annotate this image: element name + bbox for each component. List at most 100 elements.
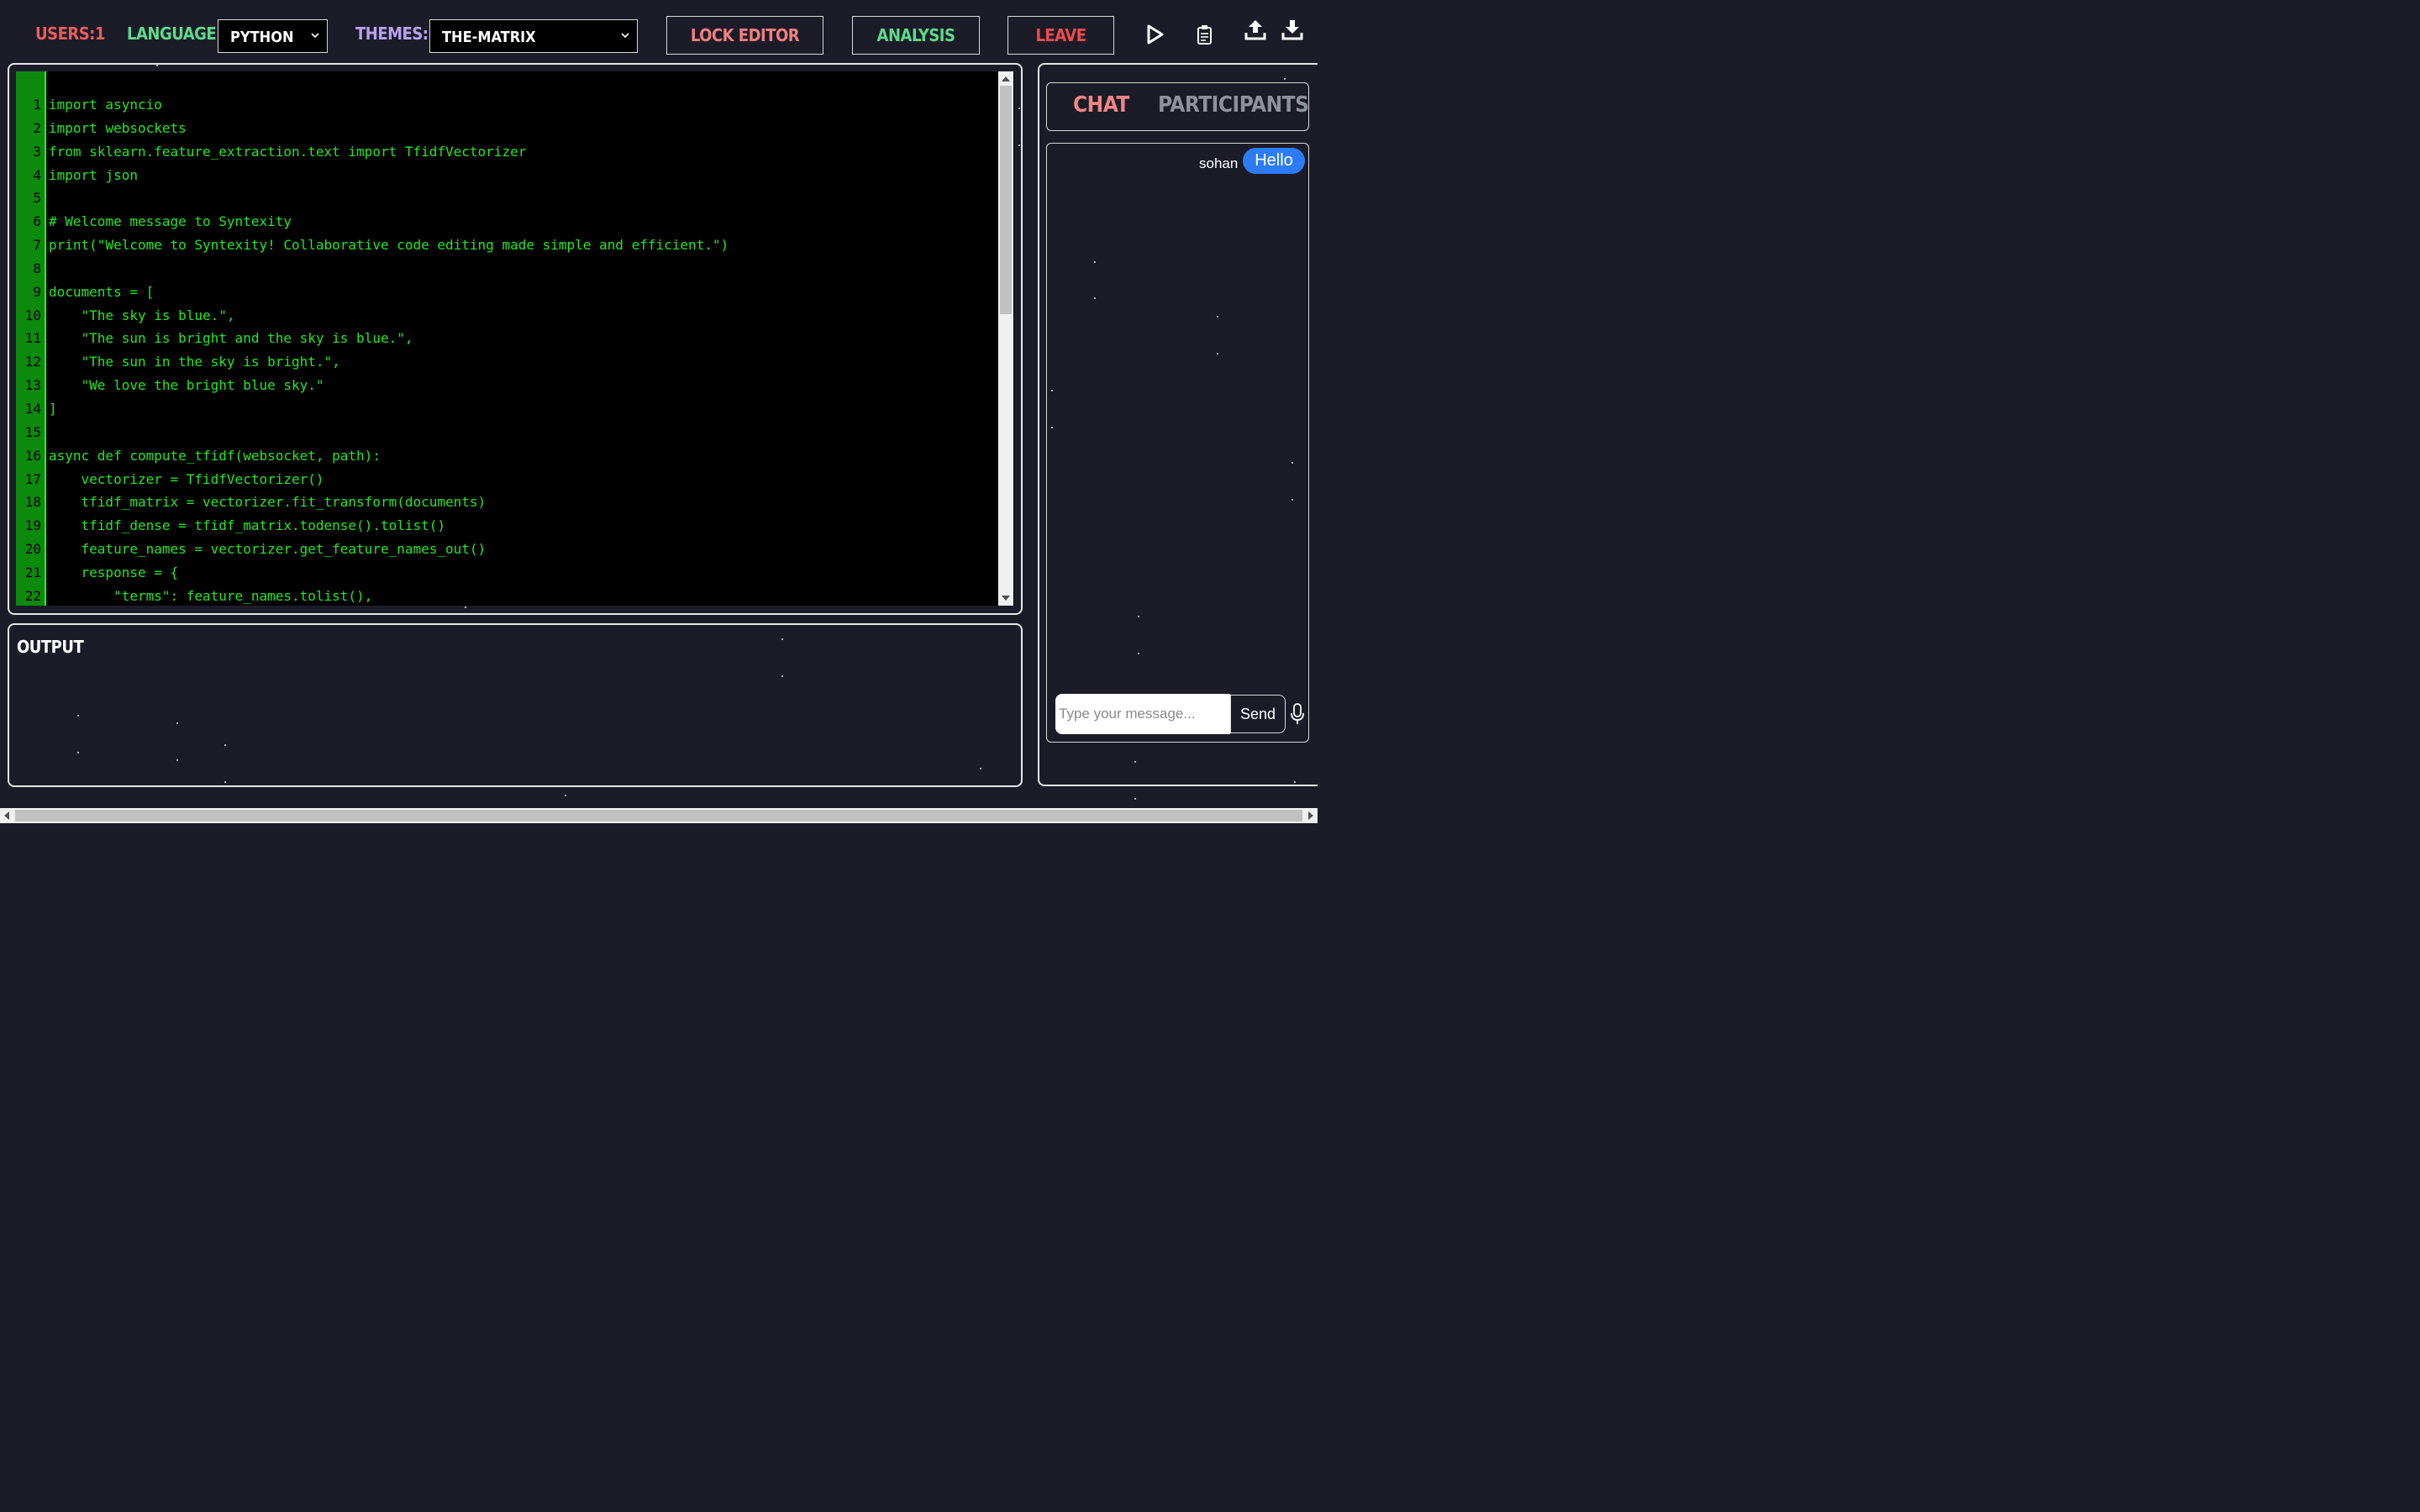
microphone-icon[interactable]: [1289, 702, 1306, 726]
line-number: 17: [24, 470, 41, 487]
code-line[interactable]: 16 async def compute_tfidf(websocket, pat…: [16, 444, 997, 468]
line-number: 10: [24, 307, 41, 323]
download-icon[interactable]: [1281, 18, 1304, 41]
code-line-text: "We love the bright blue sky.": [49, 377, 324, 394]
language-label: LANGUAGE:: [127, 24, 222, 44]
line-number: 8: [33, 260, 41, 276]
scrollbar-thumb[interactable]: [15, 810, 1302, 822]
leave-button[interactable]: LEAVE: [1007, 16, 1114, 55]
send-button[interactable]: Send: [1230, 695, 1286, 733]
code-line[interactable]: 4 import json: [16, 164, 997, 187]
theme-select-value: THE-MATRIX: [442, 29, 536, 46]
code-line-text: response = {: [49, 564, 179, 580]
code-line-text: "The sun in the sky is bright.",: [49, 354, 340, 370]
code-line-text: vectorizer = TfidfVectorizer(): [49, 470, 324, 487]
line-number: 4: [33, 166, 41, 183]
editor-vertical-scrollbar[interactable]: [998, 71, 1013, 606]
line-number: 2: [33, 119, 41, 136]
scroll-down-arrow-icon[interactable]: [1002, 596, 1010, 601]
play-icon[interactable]: [1143, 23, 1166, 46]
line-number: 5: [33, 190, 41, 207]
language-select-value: PYTHON: [230, 29, 294, 46]
code-line-text: "terms": feature_names.tolist(),: [49, 587, 373, 604]
code-line-text: "The sun is bright and the sky is blue."…: [49, 330, 413, 347]
code-line[interactable]: 18 tfidf_matrix = vectorizer.fit_transfo…: [16, 491, 997, 514]
line-number: 19: [24, 517, 41, 534]
code-line[interactable]: 10 "The sky is blue.",: [16, 304, 997, 328]
code-line-text: feature_names = vectorizer.get_feature_n…: [49, 541, 487, 558]
message-sender: sohan: [1199, 155, 1239, 171]
chevron-down-icon: [621, 33, 629, 39]
code-line[interactable]: 3 from sklearn.feature_extraction.text im…: [16, 140, 997, 164]
chat-messages-panel: [1046, 143, 1309, 743]
tab-participants[interactable]: PARTICIPANTS: [1158, 92, 1309, 118]
code-line-text: import websockets: [49, 119, 187, 136]
code-line-text: documents = [: [49, 283, 155, 300]
code-line-text: async def compute_tfidf(websocket, path)…: [49, 447, 381, 464]
code-line[interactable]: 6 # Welcome message to Syntexity: [16, 210, 997, 234]
code-lines: 1 import asyncio 2 import websockets 3 from s…: [16, 93, 997, 606]
output-panel: [8, 623, 1023, 787]
code-line-text: from sklearn.feature_extraction.text imp…: [49, 143, 527, 160]
code-line[interactable]: 20 feature_names = vectorizer.get_featur…: [16, 538, 997, 561]
code-editor[interactable]: 1 import asyncio 2 import websockets 3 from s…: [16, 71, 1014, 606]
code-line[interactable]: 11 "The sun is bright and the sky is blu…: [16, 327, 997, 350]
code-line[interactable]: 7 print("Welcome to Syntexity! Collaborat…: [16, 234, 997, 257]
code-line[interactable]: 1 import asyncio: [16, 93, 997, 117]
line-number: 21: [24, 564, 41, 580]
code-line-text: tfidf_matrix = vectorizer.fit_transform(…: [49, 494, 487, 511]
line-number: 3: [33, 143, 41, 160]
line-number: 20: [24, 541, 41, 558]
line-number: 15: [24, 423, 41, 440]
code-line[interactable]: 17 vectorizer = TfidfVectorizer(): [16, 468, 997, 491]
line-number: 6: [33, 213, 41, 230]
code-line[interactable]: 13 "We love the bright blue sky.": [16, 374, 997, 397]
code-line[interactable]: 21 response = {: [16, 561, 997, 585]
code-line[interactable]: 8: [16, 257, 997, 281]
code-line-text: import json: [49, 166, 138, 183]
code-line[interactable]: 5: [16, 186, 997, 210]
line-number: 1: [33, 97, 41, 113]
chevron-down-icon: [311, 33, 319, 39]
scroll-left-arrow-icon[interactable]: [4, 811, 9, 820]
line-number: 12: [24, 354, 41, 370]
code-line-text: "The sky is blue.",: [49, 307, 235, 323]
scroll-up-arrow-icon[interactable]: [1002, 76, 1010, 81]
line-number: 22: [24, 587, 41, 604]
message-bubble: Hello: [1243, 148, 1305, 174]
output-title: OUTPUT: [17, 637, 84, 657]
code-line-text: tfidf_dense = tfidf_matrix.todense().tol…: [49, 517, 446, 534]
line-number: 9: [33, 283, 41, 300]
users-count: USERS:1: [35, 24, 105, 44]
code-line[interactable]: 14]: [16, 397, 997, 421]
line-number: 16: [24, 447, 41, 464]
line-number: 13: [24, 377, 41, 394]
code-line-text: import asyncio: [49, 97, 162, 113]
code-line[interactable]: 19 tfidf_dense = tfidf_matrix.todense().…: [16, 514, 997, 538]
language-select[interactable]: PYTHON: [218, 19, 328, 53]
themes-label: THEMES:: [355, 24, 429, 44]
code-line[interactable]: 12 "The sun in the sky is bright.",: [16, 350, 997, 374]
code-line-text: ]: [49, 400, 57, 417]
analysis-button[interactable]: ANALYSIS: [852, 16, 980, 55]
code-line-text: # Welcome message to Syntexity: [49, 213, 292, 230]
clipboard-icon[interactable]: [1193, 23, 1217, 46]
line-number: 11: [24, 330, 41, 347]
top-toolbar: USERS:1 LANGUAGE: PYTHON THEMES: THE-MAT…: [0, 0, 1318, 66]
chat-message-input[interactable]: [1055, 694, 1230, 734]
line-number: 14: [24, 400, 41, 417]
code-line[interactable]: 2 import websockets: [16, 117, 997, 140]
line-number: 7: [33, 237, 41, 254]
code-line[interactable]: 9 documents = [: [16, 281, 997, 304]
tab-chat[interactable]: CHAT: [1073, 92, 1129, 118]
line-number: 18: [24, 494, 41, 511]
theme-select[interactable]: THE-MATRIX: [429, 19, 638, 53]
upload-icon[interactable]: [1244, 18, 1267, 41]
code-line-text: print("Welcome to Syntexity! Collaborati…: [49, 237, 729, 254]
page-horizontal-scrollbar[interactable]: [0, 808, 1318, 823]
scroll-right-arrow-icon[interactable]: [1308, 811, 1313, 820]
code-line[interactable]: 15: [16, 421, 997, 444]
lock-editor-button[interactable]: LOCK EDITOR: [666, 16, 823, 55]
scrollbar-thumb[interactable]: [1000, 86, 1012, 314]
code-line[interactable]: 22 "terms": feature_names.tolist(),: [16, 585, 997, 606]
